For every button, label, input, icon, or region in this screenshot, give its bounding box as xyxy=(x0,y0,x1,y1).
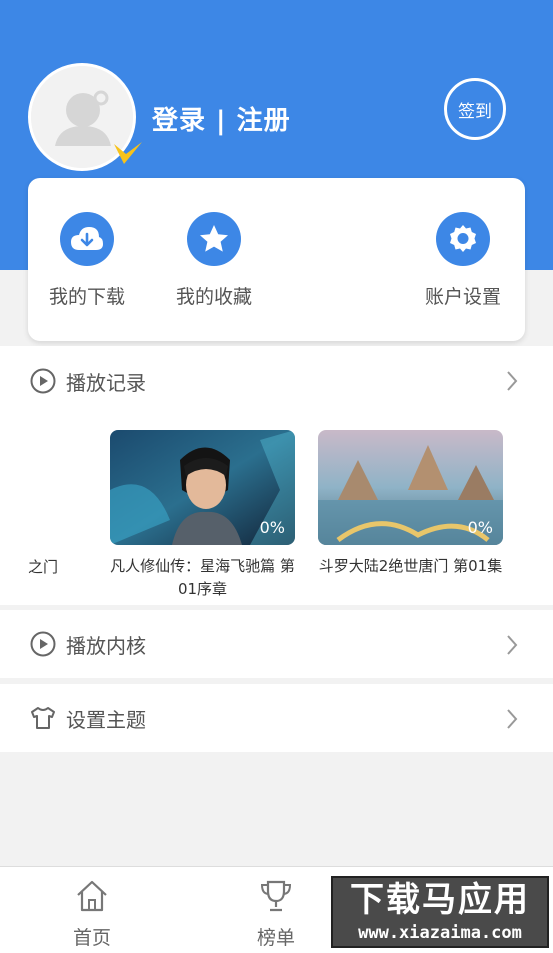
star-icon xyxy=(187,212,241,266)
signin-button[interactable]: 签到 xyxy=(444,78,506,140)
tab-home[interactable]: 首页 xyxy=(47,879,137,950)
history-thumbnail: 0% xyxy=(318,430,503,545)
player-core-content: 播放内核 xyxy=(0,610,553,678)
login-register-link[interactable]: 登录 | 注册 xyxy=(152,100,291,137)
chevron-right-icon xyxy=(507,635,518,655)
play-circle-icon xyxy=(30,368,56,394)
history-progress: 0% xyxy=(259,518,285,537)
chevron-right-icon xyxy=(507,371,518,391)
history-progress: 0% xyxy=(467,518,493,537)
play-history-title: 播放记录 xyxy=(66,370,146,395)
chevron-right-icon xyxy=(507,709,518,729)
player-core-row[interactable]: 播放内核 xyxy=(0,610,553,678)
watermark-url: www.xiazaima.com xyxy=(358,923,522,943)
history-item[interactable]: 0% 斗罗大陆2绝世唐门 第01集 xyxy=(318,430,503,578)
history-item-title: 斗罗大陆2绝世唐门 第01集 xyxy=(318,557,503,575)
history-thumbnail: 0% xyxy=(110,430,295,545)
account-settings-label: 账户设置 xyxy=(424,286,501,308)
play-history-header[interactable]: 播放记录 xyxy=(0,346,553,416)
history-item-title: 凡人修仙传：星海飞驰篇 第01序章 xyxy=(110,557,295,598)
home-icon xyxy=(77,880,107,912)
my-favorites-label: 我的收藏 xyxy=(175,286,252,308)
gear-icon xyxy=(436,212,490,266)
cloud-download-icon xyxy=(60,212,114,266)
shirt-icon xyxy=(30,705,56,731)
account-settings-button[interactable]: 账户设置 xyxy=(408,212,518,309)
play-history-list: 0% 凡人修仙传：星海飞驰篇 第01序章 0% 斗罗大陆2绝世唐门 第01集 xyxy=(0,415,553,605)
my-favorites-button[interactable]: 我的收藏 xyxy=(159,212,269,309)
tab-home-label: 首页 xyxy=(72,927,111,949)
history-item[interactable]: 0% 凡人修仙传：星海飞驰篇 第01序章 xyxy=(110,430,295,601)
my-downloads-button[interactable]: 我的下载 xyxy=(32,212,142,309)
tab-ranking[interactable]: 榜单 xyxy=(231,879,321,950)
player-core-title: 播放内核 xyxy=(66,633,146,658)
vip-badge-icon xyxy=(114,142,142,164)
tab-ranking-label: 榜单 xyxy=(256,927,295,949)
quick-actions-card: 我的下载 我的收藏 账户设置 xyxy=(28,178,525,341)
theme-content: 设置主题 xyxy=(0,684,553,752)
theme-row[interactable]: 设置主题 xyxy=(0,684,553,752)
theme-title: 设置主题 xyxy=(66,707,146,732)
site-watermark: 下载马应用 www.xiazaima.com xyxy=(331,876,549,948)
trophy-icon xyxy=(260,880,292,912)
play-circle-icon xyxy=(30,631,56,657)
my-downloads-label: 我的下载 xyxy=(48,286,125,308)
watermark-title: 下载马应用 xyxy=(350,880,530,920)
